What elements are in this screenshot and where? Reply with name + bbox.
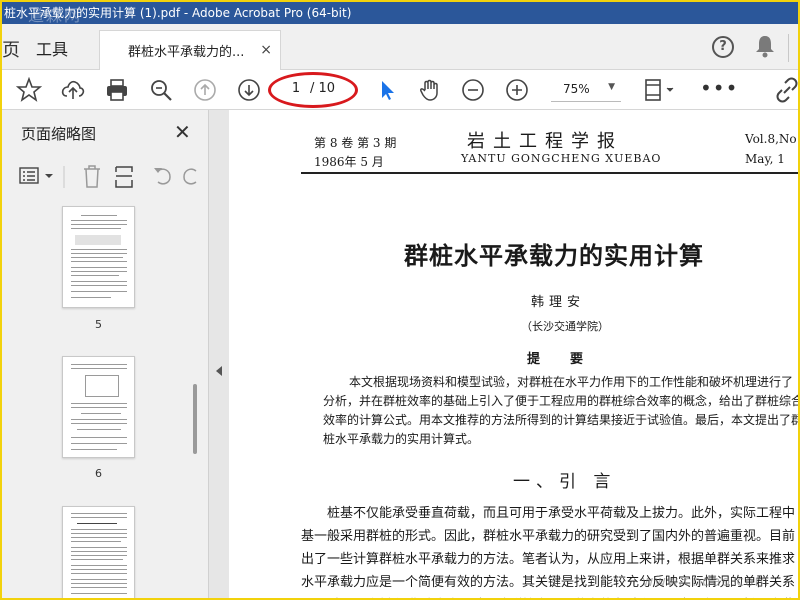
journal-date: 1986年 5 月 <box>314 155 384 169</box>
link-icon[interactable] <box>774 77 798 103</box>
page-fit-icon[interactable] <box>642 77 678 103</box>
bookmark-star-icon[interactable] <box>15 76 43 103</box>
thumbnail-options-icon[interactable] <box>19 167 53 184</box>
tab-document[interactable]: 群桩水平承载力的... × <box>99 30 281 70</box>
insert-page-icon[interactable] <box>115 166 133 188</box>
panel-toolbar <box>16 162 201 192</box>
thumbnail-scrollbar[interactable] <box>193 206 201 598</box>
page-thumbnail[interactable] <box>62 356 135 458</box>
thumbnail-page-number: 6 <box>95 467 102 480</box>
select-arrow-icon[interactable] <box>374 77 400 103</box>
print-icon[interactable] <box>104 77 130 103</box>
zoom-out-icon[interactable] <box>460 77 486 103</box>
page-down-icon[interactable] <box>236 77 262 103</box>
page-thumbnails-panel: 页面缩略图 ✕ 5 6 <box>2 110 209 598</box>
page-thumbnail[interactable] <box>62 506 135 598</box>
section-heading: 一、引 言 <box>513 472 617 492</box>
site-watermark-url: www.cndao.com <box>642 574 770 590</box>
rotate-right-icon[interactable] <box>183 168 197 185</box>
page-up-icon[interactable] <box>192 77 218 103</box>
panel-splitter[interactable] <box>209 110 229 598</box>
cloud-upload-icon[interactable] <box>60 77 86 103</box>
main-toolbar: 1 / 10 75% ▼ ••• <box>2 70 798 110</box>
tab-bar: 页 工具 群桩水平承载力的... × <box>2 24 798 70</box>
delete-page-icon[interactable] <box>84 165 100 188</box>
window-titlebar: 桩水平承载力的实用计算 (1).pdf - Adobe Acrobat Pro … <box>2 2 798 24</box>
abstract-text: 本文根据现场资料和模型试验，对群桩在水平力作用下的工作性能和破坏机理进行了分析，… <box>323 375 798 446</box>
screen-frame: 桩水平承载力的实用计算 (1).pdf - Adobe Acrobat Pro … <box>0 0 800 600</box>
collapse-panel-icon[interactable] <box>216 366 222 376</box>
paper-affiliation: （长沙交通学院） <box>521 320 609 333</box>
tab-document-label: 群桩水平承载力的... <box>128 45 245 60</box>
tab-tools[interactable]: 工具 <box>36 36 68 60</box>
panel-title: 页面缩略图 <box>21 125 97 143</box>
abstract-heading: 提要 <box>527 352 614 367</box>
hand-tool-icon[interactable] <box>417 77 443 103</box>
zoom-level-value: 75% <box>563 82 590 96</box>
document-view[interactable]: 第 8 卷 第 3 期 1986年 5 月 岩土工程学报 YANTU GONGC… <box>229 110 798 598</box>
notification-bell-icon[interactable] <box>754 34 776 58</box>
page-thumbnail[interactable] <box>62 206 135 308</box>
paper-title: 群桩水平承载力的实用计算 <box>404 242 704 270</box>
zoom-search-icon[interactable] <box>148 77 174 103</box>
more-tools-icon[interactable]: ••• <box>700 76 738 100</box>
journal-name: 岩土工程学报 <box>467 131 623 152</box>
scrollbar-thumb[interactable] <box>193 384 197 454</box>
paper-author: 韩理安 <box>531 295 586 310</box>
thumbnail-page-number: 5 <box>95 318 102 331</box>
journal-date-en: May, 1 <box>745 152 785 166</box>
tab-home-partial[interactable]: 页 <box>2 36 20 62</box>
chevron-down-icon: ▼ <box>608 82 615 92</box>
zoom-in-icon[interactable] <box>504 77 530 103</box>
header-rule <box>301 172 798 174</box>
tab-divider <box>788 34 789 62</box>
help-icon[interactable]: ? <box>712 36 734 58</box>
tab-close-button[interactable]: × <box>260 42 272 58</box>
red-annotation-ellipse <box>268 72 358 108</box>
panel-close-button[interactable]: ✕ <box>174 120 191 144</box>
zoom-level-select[interactable]: 75% ▼ <box>551 78 621 102</box>
rotate-left-icon[interactable] <box>154 168 171 185</box>
journal-name-pinyin: YANTU GONGCHENG XUEBAO <box>461 152 662 165</box>
journal-volume-en: Vol.8,No <box>745 132 797 146</box>
journal-volume: 第 8 卷 第 3 期 <box>314 136 397 150</box>
pdf-page: 第 8 卷 第 3 期 1986年 5 月 岩土工程学报 YANTU GONGC… <box>229 110 798 598</box>
site-watermark: 道森网 <box>28 6 83 25</box>
